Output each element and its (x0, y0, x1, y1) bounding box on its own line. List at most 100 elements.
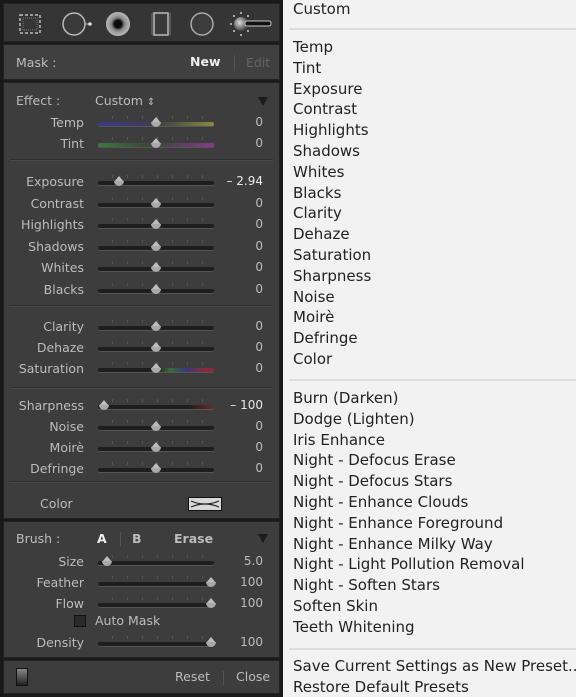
auto-mask-checkbox[interactable] (74, 615, 86, 627)
menu-item[interactable]: Save Current Settings as New Preset... (293, 657, 576, 675)
slider-value[interactable]: 0 (203, 115, 263, 129)
menu-item[interactable]: Saturation (293, 246, 371, 264)
menu-item[interactable]: Night - Light Pollution Removal (293, 555, 524, 573)
color-swatch[interactable] (188, 497, 222, 511)
slider-value[interactable]: 0 (203, 340, 263, 354)
panel-footer: Reset Close (3, 660, 280, 694)
effect-preset-dropdown[interactable]: Custom ⇕ (95, 93, 155, 108)
slider-thumb[interactable] (151, 138, 161, 148)
slider-value[interactable]: 0 (203, 260, 263, 274)
slider-value[interactable]: 0 (203, 319, 263, 333)
slider-track[interactable] (98, 603, 214, 607)
menu-item[interactable]: Dehaze (293, 225, 350, 243)
slider-thumb[interactable] (102, 556, 113, 566)
menu-item[interactable]: Noise (293, 288, 335, 306)
slider-thumb[interactable] (151, 342, 161, 352)
slider-label: Defringe (30, 461, 84, 476)
slider-track[interactable] (98, 642, 214, 646)
slider-thumb[interactable] (151, 262, 161, 273)
slider-track[interactable] (98, 405, 214, 409)
menu-item[interactable]: Highlights (293, 121, 369, 139)
close-button[interactable]: Close (236, 669, 270, 684)
slider-value[interactable]: 0 (203, 461, 263, 475)
adjustment-brush-icon[interactable] (228, 11, 274, 37)
slider-track[interactable] (98, 561, 214, 565)
brush-tab-b[interactable]: B (132, 531, 142, 546)
slider-thumb[interactable] (151, 197, 161, 208)
menu-item[interactable]: Burn (Darken) (293, 389, 398, 407)
graduated-filter-icon[interactable] (148, 11, 174, 37)
crop-overlay-icon[interactable] (17, 11, 43, 37)
menu-item[interactable]: Clarity (293, 204, 342, 222)
slider-value[interactable]: 0 (203, 282, 263, 296)
menu-item[interactable]: Teeth Whitening (293, 618, 415, 636)
menu-separator (289, 379, 576, 381)
menu-item[interactable]: Defringe (293, 329, 358, 347)
menu-item[interactable]: Custom (293, 0, 350, 18)
menu-item[interactable]: Blacks (293, 184, 341, 202)
slider-thumb[interactable] (151, 117, 161, 127)
menu-item[interactable]: Color (293, 350, 332, 368)
slider-label: Flow (55, 596, 84, 611)
menu-item[interactable]: Night - Defocus Stars (293, 472, 452, 490)
mask-new-button[interactable]: New (190, 54, 221, 69)
menu-item[interactable]: Soften Skin (293, 597, 378, 615)
slider-value[interactable]: 0 (203, 217, 263, 231)
slider-value[interactable]: 0 (203, 440, 263, 454)
slider-thumb[interactable] (151, 284, 161, 294)
section-divider (10, 159, 273, 161)
menu-item[interactable]: Iris Enhance (293, 431, 385, 449)
slider-value[interactable]: – 2.94 (203, 174, 263, 188)
slider-label: Whites (41, 260, 84, 276)
slider-value[interactable]: 5.0 (203, 554, 263, 568)
slider-thumb[interactable] (151, 363, 161, 373)
slider-thumb[interactable] (113, 176, 124, 186)
slider-thumb[interactable] (151, 321, 161, 331)
slider-value[interactable]: 0 (203, 239, 263, 253)
radial-filter-icon[interactable] (189, 11, 215, 37)
menu-item[interactable]: Moirè (293, 308, 334, 326)
menu-item[interactable]: Sharpness (293, 267, 371, 285)
slider-track[interactable] (98, 582, 214, 586)
slider-value[interactable]: 0 (203, 419, 263, 433)
effect-label: Effect : (16, 93, 61, 108)
slider-thumb[interactable] (151, 442, 161, 452)
slider-value[interactable]: 0 (203, 196, 263, 210)
menu-item[interactable]: Exposure (293, 80, 362, 98)
menu-item[interactable]: Night - Soften Stars (293, 576, 440, 594)
menu-item[interactable]: Temp (293, 38, 333, 56)
menu-item[interactable]: Tint (293, 59, 321, 77)
slider-thumb[interactable] (151, 421, 161, 431)
panel-switch-toggle[interactable] (16, 668, 28, 686)
reset-button[interactable]: Reset (175, 669, 210, 684)
collapse-triangle-icon[interactable] (258, 97, 268, 106)
no-color-icon (190, 500, 220, 508)
menu-item[interactable]: Whites (293, 163, 344, 181)
mask-edit-button[interactable]: Edit (246, 55, 270, 70)
slider-value[interactable]: 100 (203, 635, 263, 649)
slider-value[interactable]: 0 (203, 136, 263, 150)
collapse-triangle-icon[interactable] (258, 534, 268, 543)
menu-item[interactable]: Night - Enhance Clouds (293, 493, 468, 511)
slider-thumb[interactable] (151, 219, 161, 230)
mask-label: Mask : (16, 55, 57, 70)
slider-label: Clarity (43, 319, 84, 334)
menu-item[interactable]: Restore Default Presets (293, 678, 469, 696)
spot-removal-icon[interactable] (61, 11, 95, 37)
brush-tab-erase[interactable]: Erase (174, 531, 213, 546)
slider-value[interactable]: – 100 (203, 398, 263, 412)
menu-item[interactable]: Dodge (Lighten) (293, 410, 415, 428)
menu-item[interactable]: Contrast (293, 100, 357, 118)
menu-item[interactable]: Night - Enhance Milky Way (293, 535, 493, 553)
menu-item[interactable]: Night - Defocus Erase (293, 451, 456, 469)
slider-thumb[interactable] (98, 400, 109, 410)
slider-thumb[interactable] (151, 463, 161, 473)
menu-item[interactable]: Shadows (293, 142, 360, 160)
red-eye-icon[interactable] (105, 11, 131, 37)
brush-tab-a[interactable]: A (97, 531, 107, 546)
slider-value[interactable]: 100 (203, 596, 263, 610)
slider-value[interactable]: 0 (203, 361, 263, 375)
slider-value[interactable]: 100 (203, 575, 263, 589)
slider-thumb[interactable] (151, 240, 161, 251)
menu-item[interactable]: Night - Enhance Foreground (293, 514, 503, 532)
